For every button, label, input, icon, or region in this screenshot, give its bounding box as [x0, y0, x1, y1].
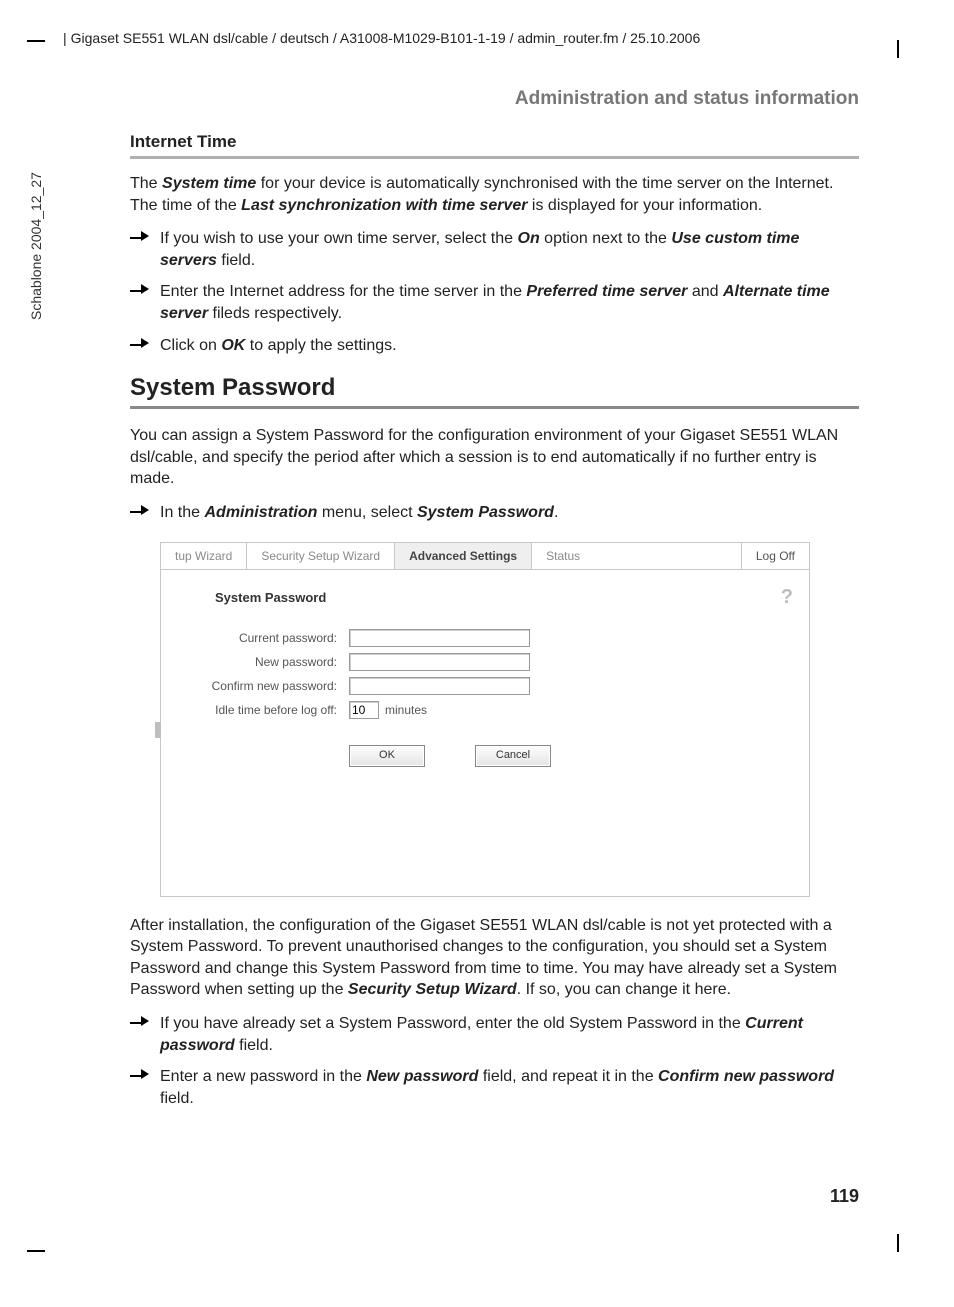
help-icon[interactable]: ?	[781, 586, 793, 609]
rule	[130, 406, 859, 409]
cancel-button[interactable]: Cancel	[475, 745, 551, 767]
new-password-input[interactable]	[349, 653, 530, 671]
internet-time-heading: Internet Time	[130, 132, 859, 152]
resize-handle-icon	[155, 722, 161, 738]
crop-mark	[27, 1250, 45, 1252]
system-password-para: You can assign a System Password for the…	[130, 425, 859, 490]
row-new-password: New password:	[177, 653, 793, 671]
header-path: |Gigaset SE551 WLAN dsl/cable / deutsch …	[63, 30, 700, 46]
idle-time-unit: minutes	[385, 703, 427, 717]
row-confirm-password: Confirm new password:	[177, 677, 793, 695]
step-item: If you wish to use your own time server,…	[130, 228, 859, 271]
tab-security-setup-wizard[interactable]: Security Setup Wizard	[247, 543, 395, 569]
label-confirm-password: Confirm new password:	[177, 679, 349, 693]
after-steps: If you have already set a System Passwor…	[130, 1013, 859, 1109]
page-number: 119	[830, 1186, 859, 1207]
section-header: Administration and status information	[130, 88, 859, 110]
idle-time-input[interactable]	[349, 701, 379, 719]
header-path-text: Gigaset SE551 WLAN dsl/cable / deutsch /…	[71, 30, 701, 46]
after-install-para: After installation, the configuration of…	[130, 915, 859, 1001]
current-password-input[interactable]	[349, 629, 530, 647]
tab-setup-wizard[interactable]: tup Wizard	[161, 543, 247, 569]
step-item: Enter the Internet address for the time …	[130, 281, 859, 324]
router-ui-screenshot: tup Wizard Security Setup Wizard Advance…	[160, 542, 810, 897]
step-item: In the Administration menu, select Syste…	[130, 502, 859, 524]
panel-title-row: System Password ?	[177, 580, 793, 623]
label-idle-time: Idle time before log off:	[177, 703, 349, 717]
step-item: If you have already set a System Passwor…	[130, 1013, 859, 1056]
internet-time-para: The System time for your device is autom…	[130, 173, 859, 216]
log-off-link[interactable]: Log Off	[741, 543, 809, 569]
content: Administration and status information In…	[130, 88, 859, 1109]
step-item: Enter a new password in the New password…	[130, 1066, 859, 1109]
internet-time-steps: If you wish to use your own time server,…	[130, 228, 859, 356]
button-row: OK Cancel	[349, 745, 793, 767]
tab-status[interactable]: Status	[532, 543, 594, 569]
panel-body: System Password ? Current password: New …	[160, 569, 810, 897]
crop-mark	[27, 40, 45, 42]
label-new-password: New password:	[177, 655, 349, 669]
confirm-password-input[interactable]	[349, 677, 530, 695]
system-password-heading: System Password	[130, 374, 859, 402]
row-current-password: Current password:	[177, 629, 793, 647]
rule	[130, 156, 859, 159]
template-sidetext: Schablone 2004_12_27	[28, 172, 44, 320]
crop-mark	[897, 40, 899, 58]
page: |Gigaset SE551 WLAN dsl/cable / deutsch …	[0, 0, 954, 1307]
panel-title: System Password	[215, 590, 326, 605]
step-item: Click on OK to apply the settings.	[130, 335, 859, 357]
row-idle-time: Idle time before log off: minutes	[177, 701, 793, 719]
label-current-password: Current password:	[177, 631, 349, 645]
tab-bar: tup Wizard Security Setup Wizard Advance…	[160, 542, 810, 569]
ok-button[interactable]: OK	[349, 745, 425, 767]
system-password-steps: In the Administration menu, select Syste…	[130, 502, 859, 524]
tab-advanced-settings[interactable]: Advanced Settings	[395, 543, 532, 569]
crop-mark	[897, 1234, 899, 1252]
